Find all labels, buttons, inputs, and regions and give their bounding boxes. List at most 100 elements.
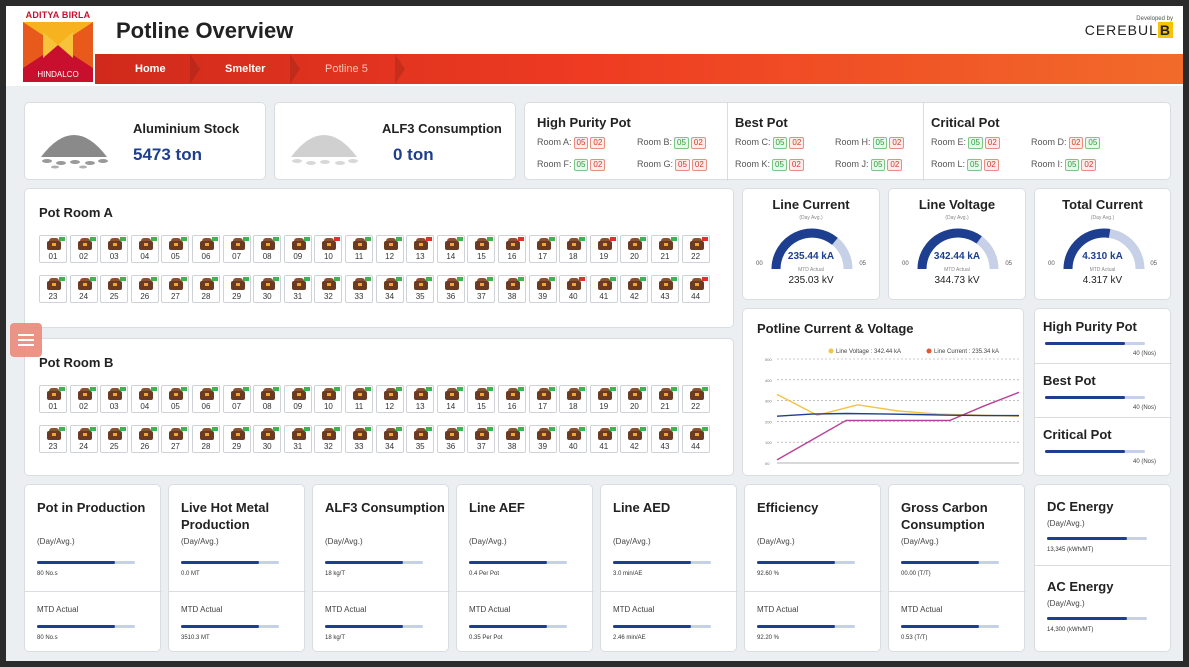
pot-tile[interactable]: 04 [130,385,159,413]
pot-tile[interactable]: 25 [100,425,129,453]
pot-tile[interactable]: 18 [559,235,588,263]
pot-tile[interactable]: 10 [314,385,343,413]
pot-tile[interactable]: 28 [192,275,220,303]
pot-tile[interactable]: 23 [39,425,67,453]
pot-tile[interactable]: 19 [589,235,618,263]
pot-room-status[interactable]: Room H: 05 02 [835,137,905,149]
kpi-card[interactable]: Line AED (Day/Avg.) 3.0 min/AE MTD Actual 2.… [600,484,738,652]
pot-tile[interactable]: 11 [345,235,373,263]
pot-tile[interactable]: 29 [222,425,251,453]
pot-tile[interactable]: 26 [130,275,159,303]
pot-tile[interactable]: 06 [192,235,220,263]
pot-tile[interactable]: 36 [436,425,465,453]
pot-tile[interactable]: 02 [69,385,98,413]
pot-tile[interactable]: 23 [39,275,67,303]
pot-tile[interactable]: 12 [375,385,404,413]
pot-tile[interactable]: 10 [314,235,343,263]
pot-room-status[interactable]: Room E: 05 02 [931,137,1000,149]
pot-tile[interactable]: 25 [100,275,129,303]
pot-tile[interactable]: 18 [559,385,588,413]
pot-tile[interactable]: 40 [559,425,588,453]
pot-tile[interactable]: 24 [69,425,98,453]
pot-room-status[interactable]: Room B: 05 02 [637,137,706,149]
pot-tile[interactable]: 42 [620,275,649,303]
pot-tile[interactable]: 01 [39,235,67,263]
pot-tile[interactable]: 26 [130,425,159,453]
pot-tile[interactable]: 05 [161,385,190,413]
pot-tile[interactable]: 30 [253,425,282,453]
pot-tile[interactable]: 37 [467,425,496,453]
pot-tile[interactable]: 39 [528,275,557,303]
pot-tile[interactable]: 14 [436,385,465,413]
pot-tile[interactable]: 21 [651,235,679,263]
pot-room-status[interactable]: Room J: 05 02 [835,159,903,171]
company-logo[interactable]: ADITYA BIRLA HINDALCO [21,10,95,82]
pot-tile[interactable]: 27 [161,275,190,303]
alf3-consumption-card[interactable]: ALF3 Consumption 0 ton [274,102,516,180]
pot-room-status[interactable]: Room D: 02 05 [1031,137,1101,149]
pot-tile[interactable]: 17 [528,385,557,413]
breadcrumb-smelter[interactable]: Smelter [205,54,265,84]
pot-tile[interactable]: 22 [681,385,710,413]
kpi-card[interactable]: Line AEF (Day/Avg.) 0.4 Per Pot MTD Actual 0… [456,484,594,652]
pot-tile[interactable]: 38 [498,425,526,453]
pot-tile[interactable]: 38 [498,275,526,303]
pot-tile[interactable]: 41 [589,275,618,303]
pot-tile[interactable]: 44 [681,275,710,303]
pot-tile[interactable]: 15 [467,235,496,263]
pot-tile[interactable]: 19 [589,385,618,413]
pot-tile[interactable]: 09 [283,385,312,413]
pot-tile[interactable]: 11 [345,385,373,413]
pot-tile[interactable]: 05 [161,235,190,263]
pot-tile[interactable]: 37 [467,275,496,303]
pot-tile[interactable]: 44 [681,425,710,453]
pot-tile[interactable]: 20 [620,235,649,263]
pot-tile[interactable]: 07 [222,385,251,413]
kpi-card[interactable]: Gross Carbon Consumption (Day/Avg.) 00.00 … [888,484,1026,652]
pot-tile[interactable]: 02 [69,235,98,263]
gauge-card[interactable]: Line Current (Day Avg.) 00 05 235.44 kA MTD A… [742,188,880,300]
pot-tile[interactable]: 31 [283,425,312,453]
pot-tile[interactable]: 14 [436,235,465,263]
pot-room-status[interactable]: Room K: 05 02 [735,159,804,171]
menu-button[interactable] [10,323,42,357]
pot-tile[interactable]: 29 [222,275,251,303]
pot-tile[interactable]: 34 [375,275,404,303]
pot-tile[interactable]: 43 [651,275,679,303]
pot-room-status[interactable]: Room C: 05 02 [735,137,805,149]
pot-tile[interactable]: 13 [406,385,435,413]
breadcrumb-potline[interactable]: Potline 5 [305,54,368,84]
pot-tile[interactable]: 22 [681,235,710,263]
kpi-card[interactable]: Efficiency (Day/Avg.) 92.60 % MTD Actual 92.… [744,484,882,652]
pot-tile[interactable]: 12 [375,235,404,263]
pot-tile[interactable]: 27 [161,425,190,453]
pot-tile[interactable]: 07 [222,235,251,263]
pot-tile[interactable]: 39 [528,425,557,453]
gauge-card[interactable]: Total Current (Day Avg.) 00 05 4.310 kA MTD A… [1034,188,1171,300]
pot-tile[interactable]: 35 [406,275,435,303]
breadcrumb-home[interactable]: Home [115,54,166,84]
pot-tile[interactable]: 04 [130,235,159,263]
pot-tile[interactable]: 09 [283,235,312,263]
pot-tile[interactable]: 16 [498,385,526,413]
pot-tile[interactable]: 36 [436,275,465,303]
pot-tile[interactable]: 28 [192,425,220,453]
pot-tile[interactable]: 13 [406,235,435,263]
pot-tile[interactable]: 08 [253,235,282,263]
pot-tile[interactable]: 24 [69,275,98,303]
pot-tile[interactable]: 30 [253,275,282,303]
pot-tile[interactable]: 40 [559,275,588,303]
pot-tile[interactable]: 03 [100,385,129,413]
pot-tile[interactable]: 16 [498,235,526,263]
pot-tile[interactable]: 15 [467,385,496,413]
pot-tile[interactable]: 33 [345,275,373,303]
pot-tile[interactable]: 21 [651,385,679,413]
pot-room-status[interactable]: Room L: 05 02 [931,159,999,171]
pot-tile[interactable]: 17 [528,235,557,263]
pot-tile[interactable]: 32 [314,425,343,453]
pot-tile[interactable]: 41 [589,425,618,453]
pot-room-status[interactable]: Room G: 05 02 [637,159,707,171]
aluminium-stock-card[interactable]: Aluminium Stock 5473 ton [24,102,266,180]
pot-tile[interactable]: 20 [620,385,649,413]
pot-tile[interactable]: 08 [253,385,282,413]
